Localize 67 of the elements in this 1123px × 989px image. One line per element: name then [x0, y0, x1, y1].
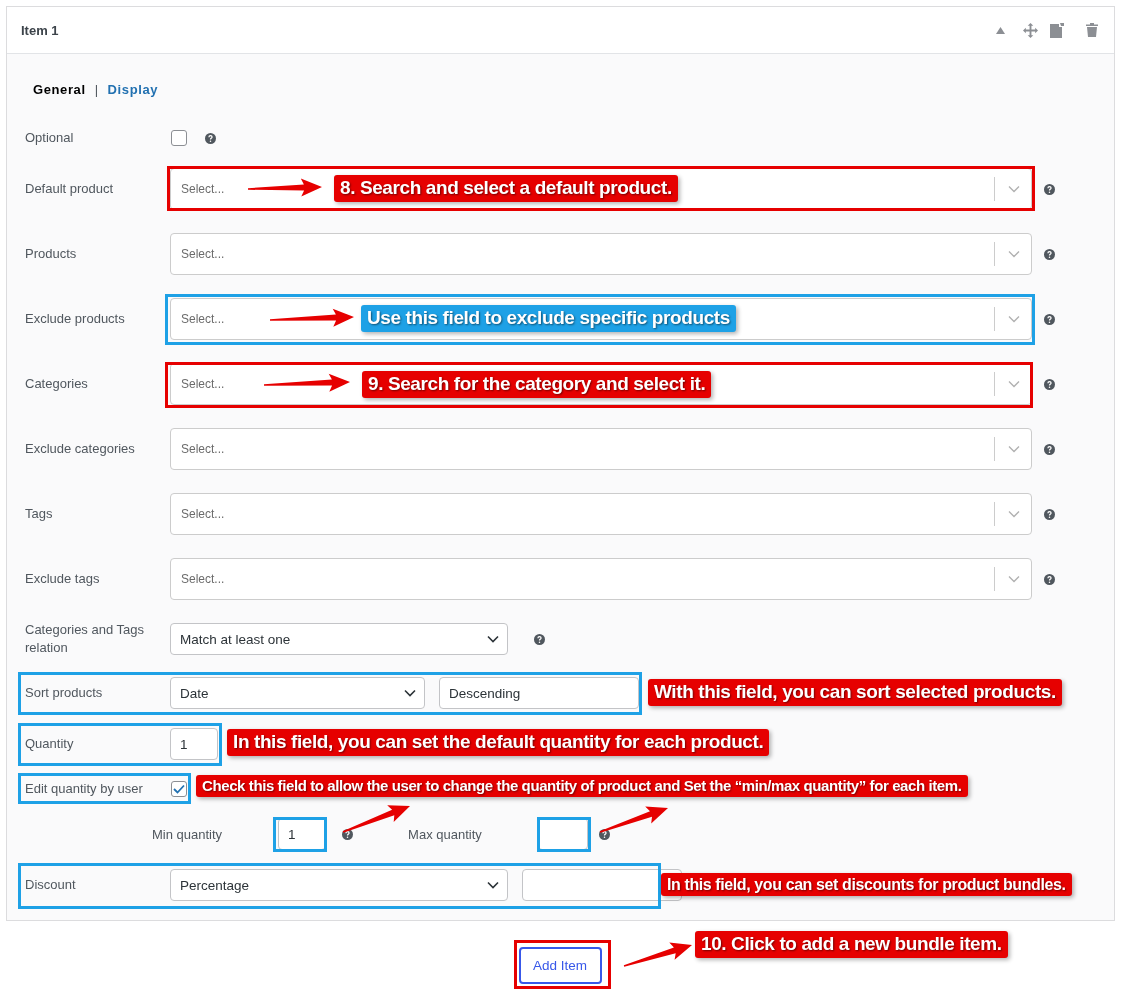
- chevron-down-icon: [1008, 575, 1020, 583]
- callout-label: In this field, you can set the default quantity for each product.: [227, 729, 770, 756]
- field-label: Categories and Tags relation: [25, 621, 145, 657]
- document-icon[interactable]: [1050, 22, 1064, 38]
- quantity-field[interactable]: 1: [170, 728, 218, 760]
- callout-label: With this field, you can sort selected products.: [648, 679, 1062, 706]
- field-label: Quantity: [25, 735, 75, 753]
- move-icon[interactable]: [1023, 22, 1038, 38]
- field-label: Optional: [25, 129, 75, 147]
- field-label: Exclude products: [25, 310, 126, 328]
- field-label: Min quantity: [152, 826, 223, 842]
- field-label: Sort products: [25, 684, 104, 702]
- chevron-down-icon: [1008, 380, 1020, 388]
- field-label: Edit quantity by user: [25, 780, 144, 798]
- tab-separator: |: [94, 82, 99, 97]
- field-label: Tags: [25, 505, 54, 523]
- chevron-down-icon: [1008, 250, 1020, 258]
- select-field[interactable]: Select...: [170, 493, 1032, 535]
- field-label: Discount: [25, 876, 77, 894]
- discount-field[interactable]: [522, 869, 682, 901]
- field-label: Exclude categories: [25, 440, 136, 458]
- dropdown[interactable]: Match at least one: [170, 623, 508, 655]
- callout-label: 8. Search and select a default product.: [334, 175, 678, 202]
- help-icon[interactable]: [1044, 248, 1055, 260]
- help-icon[interactable]: [205, 132, 216, 144]
- arrow: [599, 806, 668, 833]
- tab[interactable]: General: [33, 82, 86, 97]
- callout-label: Check this field to allow the user to change the quantity of product and Set the “min/max quantity” for each item.: [196, 775, 968, 797]
- trash-icon[interactable]: [1086, 23, 1098, 37]
- callout-label: 10. Click to add a new bundle item.: [695, 931, 1008, 958]
- checkbox[interactable]: [171, 781, 187, 797]
- order-field[interactable]: Descending: [439, 677, 639, 709]
- field-label: Default product: [25, 180, 115, 198]
- field-label: Max quantity: [408, 826, 482, 842]
- callout-label: Use this field to exclude specific products: [361, 305, 736, 332]
- field-label: Categories: [25, 375, 89, 393]
- chevron-down-icon: [1008, 315, 1020, 323]
- chevron-down-icon: [1008, 445, 1020, 453]
- arrow: [342, 805, 410, 833]
- help-icon[interactable]: [1044, 508, 1055, 520]
- checkbox[interactable]: [171, 130, 187, 146]
- add-item-button[interactable]: Add Item: [518, 947, 602, 984]
- help-icon[interactable]: [1044, 443, 1055, 455]
- chevron-down-icon: [1008, 510, 1020, 518]
- arrow: [623, 942, 692, 967]
- select-field[interactable]: Select...: [170, 428, 1032, 470]
- callout-label: 9. Search for the category and select it.: [362, 371, 712, 398]
- dropdown[interactable]: Date: [170, 677, 425, 709]
- field-label: Products: [25, 245, 78, 263]
- chevron-down-icon: [487, 635, 499, 643]
- select-field[interactable]: Select...: [170, 233, 1032, 275]
- triangle-up-icon[interactable]: [996, 26, 1005, 34]
- help-icon[interactable]: [1044, 378, 1055, 390]
- tab[interactable]: Display: [107, 82, 159, 97]
- min-quantity-field[interactable]: 1: [278, 818, 327, 850]
- field-label: Exclude tags: [25, 570, 101, 588]
- help-icon[interactable]: [1044, 183, 1055, 195]
- help-icon[interactable]: [1044, 573, 1055, 585]
- dropdown[interactable]: Percentage: [170, 869, 508, 901]
- help-icon[interactable]: [1044, 313, 1055, 325]
- help-icon[interactable]: [534, 633, 545, 645]
- item-title: Item 1: [21, 22, 60, 38]
- chevron-down-icon: [1008, 185, 1020, 193]
- chevron-down-icon: [404, 689, 416, 697]
- chevron-down-icon: [487, 881, 499, 889]
- callout-label: In this field, you can set discounts for product bundles.: [661, 873, 1072, 897]
- select-field[interactable]: Select...: [170, 558, 1032, 600]
